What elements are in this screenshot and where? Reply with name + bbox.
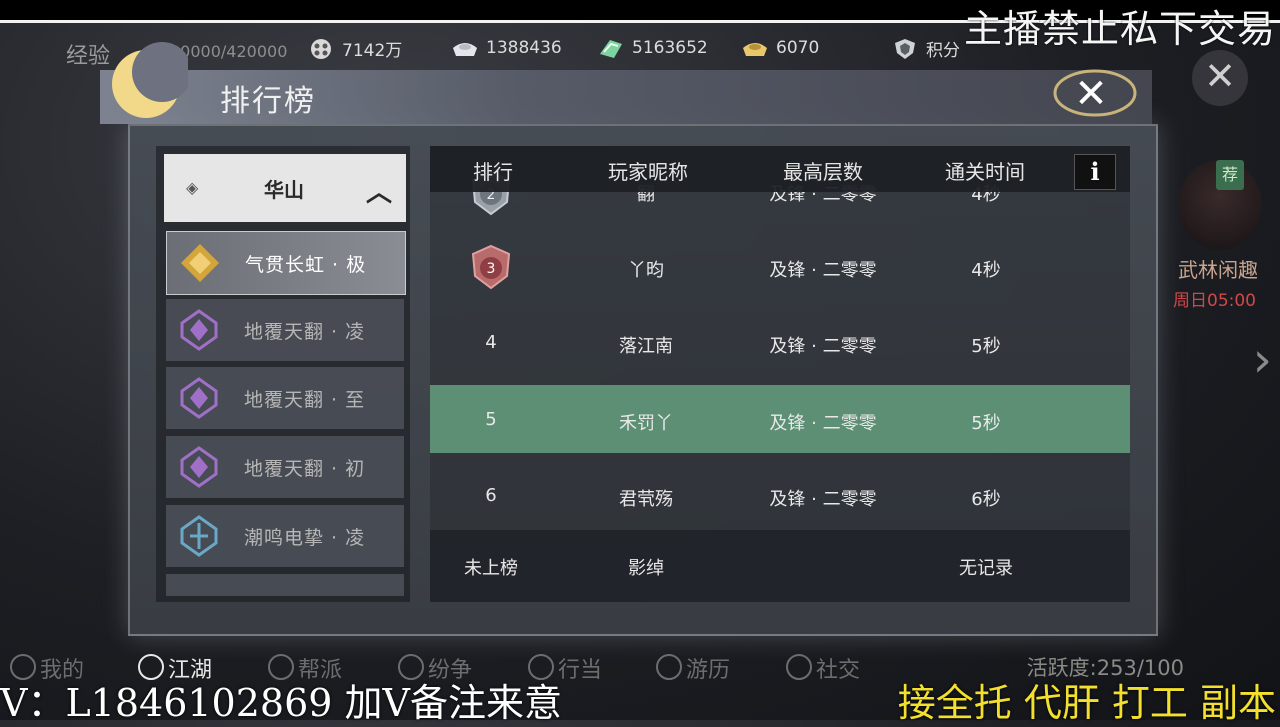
currency-silver[interactable]: 1388436: [450, 36, 562, 60]
currency-value: 7142万: [342, 41, 403, 61]
table-row[interactable]: 4 落江南 及锋 · 二零零 5秒: [430, 308, 1130, 376]
nav-item-social[interactable]: 社交: [786, 652, 860, 684]
player-name: 落江南: [619, 336, 673, 357]
info-button[interactable]: i: [1074, 154, 1116, 190]
currency-film[interactable]: 7142万: [306, 36, 402, 61]
category-item-label: 地覆天翻 · 初: [244, 458, 366, 480]
gold-ingot-icon: [743, 43, 767, 56]
category-dropdown[interactable]: ◈ 华山 ︿: [164, 154, 406, 222]
currency-value: 1388436: [486, 38, 562, 58]
max-floor: 及锋 · 二零零: [769, 489, 877, 510]
column-header-time: 通关时间: [945, 160, 1025, 184]
close-icon: ✕: [1204, 54, 1236, 98]
chevron-right-icon[interactable]: ›: [1253, 332, 1272, 388]
category-item[interactable]: 气贯长虹 · 极: [166, 231, 406, 295]
rank-number: 6: [485, 485, 497, 506]
close-icon: ✕: [1074, 71, 1108, 117]
category-name: 华山: [264, 178, 304, 202]
people-icon: [786, 654, 812, 680]
overlay-service-text: 接全托 代肝 打工 副本: [897, 681, 1276, 725]
svg-text:3: 3: [487, 261, 496, 277]
film-reel-icon: [311, 38, 331, 59]
clear-time: 无记录: [959, 558, 1013, 579]
diamond-gem-icon: [181, 244, 219, 282]
table-row-highlighted[interactable]: 5 禾罚丫 及锋 · 二零零 5秒: [430, 385, 1130, 453]
player-name: 禾罚丫: [619, 413, 673, 434]
clear-time: 5秒: [971, 336, 1001, 357]
currency-gold[interactable]: 6070: [740, 36, 819, 60]
recommend-badge: 荐: [1216, 160, 1244, 190]
screen-close-button[interactable]: ✕: [1192, 50, 1248, 106]
jade-icon: [600, 40, 622, 58]
table-row[interactable]: 3 丫昀 及锋 · 二零零 4秒: [430, 232, 1130, 300]
bronze-medal-icon: 3: [471, 244, 511, 290]
event-title[interactable]: 武林闲趣: [1178, 254, 1258, 283]
currency-points[interactable]: 积分: [890, 36, 960, 61]
overlay-contact-text: V：L1846102869 加V备注来意: [0, 681, 562, 725]
silver-ingot-icon: [453, 43, 477, 56]
player-name: 君茕殇: [619, 489, 673, 510]
category-item-partial[interactable]: [166, 574, 404, 596]
clear-time: 5秒: [971, 413, 1001, 434]
player-name: 丫昀: [628, 260, 664, 281]
category-item-label: 地覆天翻 · 凌: [244, 321, 366, 343]
column-header-rank: 排行: [473, 160, 513, 184]
crystal-gem-icon: [180, 446, 218, 488]
rank-number: 4: [485, 332, 497, 353]
crystal-gem-icon: [180, 309, 218, 351]
column-header-player: 玩家昵称: [608, 160, 688, 184]
column-header-floor: 最高层数: [783, 160, 863, 184]
category-item[interactable]: 地覆天翻 · 至: [166, 367, 404, 429]
rank-status: 未上榜: [464, 558, 518, 579]
self-rank-row: 未上榜 影绰 无记录: [430, 530, 1130, 602]
category-item[interactable]: 地覆天翻 · 凌: [166, 299, 404, 361]
clear-time: 4秒: [971, 260, 1001, 281]
lightning-gem-icon: [180, 515, 218, 557]
currency-jade[interactable]: 5163652: [596, 36, 708, 60]
nav-item-travel[interactable]: 游历: [656, 652, 730, 684]
max-floor: 及锋 · 二零零: [769, 336, 877, 357]
crescent-moon-icon: [112, 42, 188, 118]
event-time: 周日05:00: [1173, 291, 1256, 311]
max-floor: 及锋 · 二零零: [769, 413, 877, 434]
panel-title: 排行榜: [220, 84, 316, 119]
clear-time: 6秒: [971, 489, 1001, 510]
chevron-up-icon: ︿: [365, 178, 392, 208]
magnifier-icon: [656, 654, 682, 680]
rank-number: 5: [485, 409, 497, 430]
currency-value: 6070: [776, 38, 820, 58]
max-floor: 及锋 · 二零零: [769, 260, 877, 281]
player-name: 影绰: [628, 558, 664, 579]
category-item-label: 潮鸣电挚 · 凌: [244, 527, 366, 549]
category-item[interactable]: 地覆天翻 · 初: [166, 436, 404, 498]
currency-value: 积分: [926, 41, 960, 61]
panel-close-button[interactable]: ✕: [1062, 66, 1120, 124]
category-item-label: 气贯长虹 · 极: [245, 254, 367, 276]
crystal-gem-icon: [180, 377, 218, 419]
table-header: 排行 玩家昵称 最高层数 通关时间: [430, 146, 1130, 192]
currency-value: 5163652: [632, 38, 708, 58]
shield-icon: [895, 38, 915, 59]
category-item-label: 地覆天翻 · 至: [244, 389, 366, 411]
eye-icon: ◈: [186, 178, 199, 197]
table-row[interactable]: 6 君茕殇 及锋 · 二零零 6秒: [430, 461, 1130, 529]
category-item[interactable]: 潮鸣电挚 · 凌: [166, 505, 404, 567]
